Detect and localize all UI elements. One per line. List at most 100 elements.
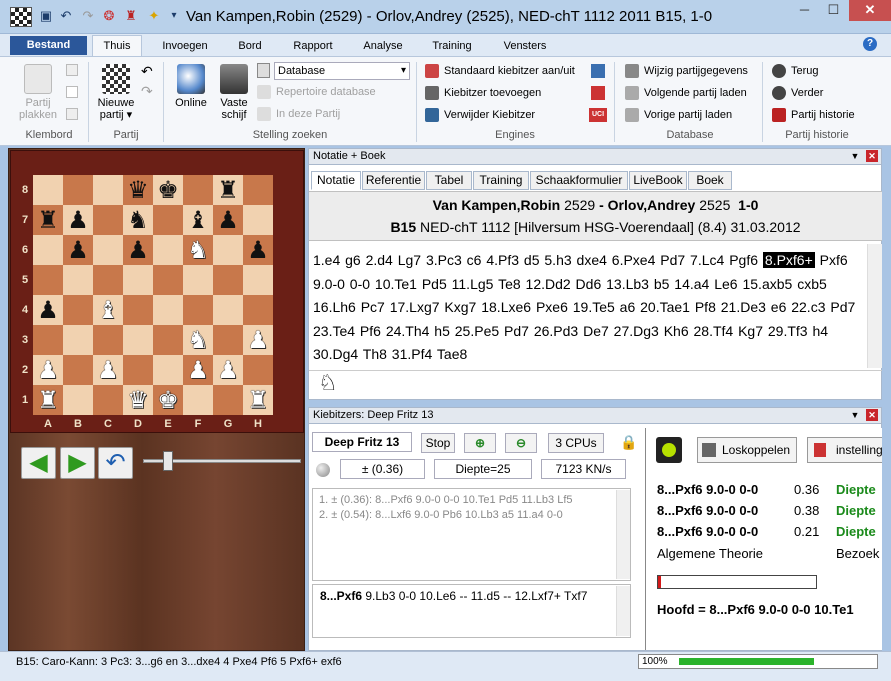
- refresh-icon[interactable]: ↷: [141, 83, 153, 100]
- tab-thuis[interactable]: Thuis: [92, 35, 142, 57]
- square-d2[interactable]: [123, 355, 153, 385]
- new-game-button[interactable]: Nieuwe partij ▾: [94, 64, 138, 121]
- edit-game-data-button[interactable]: Wijzig partijgegevens: [625, 62, 748, 80]
- black-queen-icon[interactable]: ♛: [127, 176, 149, 204]
- square-b5[interactable]: [63, 265, 93, 295]
- engine-name-button[interactable]: Deep Fritz 13: [312, 432, 412, 452]
- white-king-icon[interactable]: ♚: [157, 386, 179, 414]
- black-rook-icon[interactable]: ♜: [217, 176, 239, 204]
- black-pawn-icon[interactable]: ♟: [247, 236, 269, 264]
- square-c7[interactable]: [93, 205, 123, 235]
- square-b2[interactable]: [63, 355, 93, 385]
- square-e4[interactable]: [153, 295, 183, 325]
- square-f8[interactable]: [183, 175, 213, 205]
- settings-button[interactable]: instelling: [807, 437, 882, 463]
- disconnect-button[interactable]: Loskoppelen: [697, 437, 797, 463]
- tab-training[interactable]: Training: [422, 36, 482, 56]
- tab-schaakformulier[interactable]: Schaakformulier: [530, 171, 628, 190]
- square-b3[interactable]: [63, 325, 93, 355]
- kibitzer-menu-icon[interactable]: ▼: [849, 409, 861, 421]
- white-pawn-icon[interactable]: ♟: [247, 326, 269, 354]
- square-e3[interactable]: [153, 325, 183, 355]
- square-g1[interactable]: [213, 385, 243, 415]
- engine-icon[interactable]: ❂: [101, 8, 117, 24]
- square-h3[interactable]: ♟: [243, 325, 273, 355]
- redo-icon[interactable]: ↷: [80, 8, 96, 24]
- database-select[interactable]: Database: [274, 62, 410, 80]
- square-c3[interactable]: [93, 325, 123, 355]
- square-g2[interactable]: ♟: [213, 355, 243, 385]
- app-chessboard-icon[interactable]: [10, 7, 32, 27]
- copy-icon[interactable]: [66, 64, 78, 76]
- white-queen-icon[interactable]: ♛: [127, 386, 149, 414]
- square-c2[interactable]: ♟: [93, 355, 123, 385]
- square-a5[interactable]: [33, 265, 63, 295]
- square-d4[interactable]: [123, 295, 153, 325]
- stop-button[interactable]: Stop: [421, 433, 455, 453]
- square-a8[interactable]: [33, 175, 63, 205]
- save-icon[interactable]: ▣: [38, 8, 54, 24]
- square-g6[interactable]: [213, 235, 243, 265]
- slider-thumb[interactable]: [163, 451, 173, 471]
- best-line-scrollbar[interactable]: [616, 586, 630, 636]
- tab-training-notation[interactable]: Training: [473, 171, 529, 190]
- square-b4[interactable]: [63, 295, 93, 325]
- black-rook-icon[interactable]: ♜: [37, 206, 59, 234]
- square-c1[interactable]: [93, 385, 123, 415]
- lines-scrollbar[interactable]: [616, 490, 630, 579]
- cpus-button[interactable]: 3 CPUs: [548, 433, 604, 453]
- square-b8[interactable]: [63, 175, 93, 205]
- square-d3[interactable]: [123, 325, 153, 355]
- lock-icon[interactable]: 🔒: [620, 434, 637, 451]
- square-e6[interactable]: [153, 235, 183, 265]
- white-knight-icon[interactable]: ♞: [187, 326, 209, 354]
- black-bishop-icon[interactable]: ♝: [187, 206, 209, 234]
- panel-close-icon[interactable]: ✕: [866, 150, 878, 162]
- harddisk-search-button[interactable]: Vaste schijf: [216, 64, 252, 121]
- square-d7[interactable]: ♞: [123, 205, 153, 235]
- previous-game-button[interactable]: Vorige partij laden: [625, 106, 732, 124]
- repertoire-database-button[interactable]: Repertoire database: [257, 83, 376, 101]
- paste-game-button[interactable]: Partij plakken: [16, 64, 60, 121]
- square-e2[interactable]: [153, 355, 183, 385]
- undo-icon[interactable]: ↶: [58, 8, 74, 24]
- tab-bord[interactable]: Bord: [228, 36, 272, 56]
- panel-menu-icon[interactable]: ▼: [849, 150, 861, 162]
- white-knight-icon[interactable]: ♞: [187, 236, 209, 264]
- square-h2[interactable]: [243, 355, 273, 385]
- white-pawn-icon[interactable]: ♟: [97, 356, 119, 384]
- online-search-button[interactable]: Online: [170, 64, 212, 109]
- help-icon[interactable]: ?: [863, 37, 877, 51]
- minus-lines-icon[interactable]: ⊖: [505, 433, 537, 453]
- square-h5[interactable]: [243, 265, 273, 295]
- square-g3[interactable]: [213, 325, 243, 355]
- square-d6[interactable]: ♟: [123, 235, 153, 265]
- add-kibitzer-button[interactable]: Kiebitzer toevoegen: [425, 84, 541, 102]
- tab-invoegen[interactable]: Invoegen: [152, 36, 218, 56]
- tab-bestand[interactable]: Bestand: [10, 36, 87, 55]
- square-f7[interactable]: ♝: [183, 205, 213, 235]
- square-h6[interactable]: ♟: [243, 235, 273, 265]
- square-a3[interactable]: [33, 325, 63, 355]
- black-pawn-icon[interactable]: ♟: [217, 206, 239, 234]
- cut-icon[interactable]: [66, 108, 78, 120]
- current-move[interactable]: 8.Pxf6+: [762, 252, 815, 268]
- game-history-button[interactable]: Partij historie: [772, 106, 855, 124]
- kibitzer-close-icon[interactable]: ✕: [866, 409, 878, 421]
- square-c4[interactable]: ♝: [93, 295, 123, 325]
- back-button[interactable]: Terug: [772, 62, 819, 80]
- in-this-game-button[interactable]: In deze Partij: [257, 105, 340, 123]
- square-d1[interactable]: ♛: [123, 385, 153, 415]
- white-pawn-icon[interactable]: ♟: [187, 356, 209, 384]
- previous-move-button[interactable]: ◀: [21, 447, 56, 479]
- square-e8[interactable]: ♚: [153, 175, 183, 205]
- square-d5[interactable]: [123, 265, 153, 295]
- black-pawn-icon[interactable]: ♟: [37, 296, 59, 324]
- square-b6[interactable]: ♟: [63, 235, 93, 265]
- tab-vensters[interactable]: Vensters: [492, 36, 558, 56]
- square-g4[interactable]: [213, 295, 243, 325]
- square-e5[interactable]: [153, 265, 183, 295]
- square-a4[interactable]: ♟: [33, 295, 63, 325]
- plus-lines-icon[interactable]: ⊕: [464, 433, 496, 453]
- engine-settings-icon[interactable]: [591, 64, 605, 78]
